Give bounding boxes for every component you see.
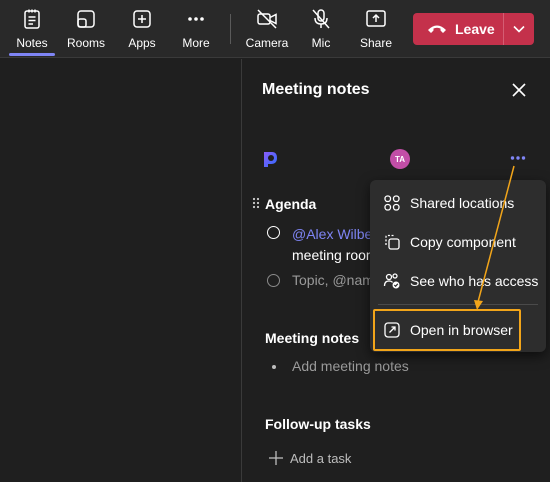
meeting-notes-title: Meeting notes [265, 330, 360, 346]
apps-button[interactable]: Apps [122, 8, 162, 54]
rooms-label: Rooms [66, 36, 105, 50]
mic-button[interactable]: Mic [301, 8, 341, 54]
toolbar-divider [230, 14, 231, 44]
menu-item-label: See who has access [410, 273, 539, 289]
drag-handle-icon[interactable] [252, 197, 260, 209]
camera-button[interactable]: Camera [245, 8, 289, 54]
mic-off-icon [312, 9, 330, 29]
rooms-button[interactable]: Rooms [66, 8, 106, 54]
task-checkbox[interactable] [267, 274, 280, 287]
leave-options-button[interactable] [504, 13, 534, 45]
followup-title: Follow-up tasks [265, 416, 371, 432]
plus-icon[interactable] [268, 450, 284, 466]
bullet-point [272, 365, 276, 369]
hang-up-icon [428, 25, 446, 33]
menu-item-shared-locations[interactable]: Shared locations [370, 185, 546, 221]
notes-label: Notes [16, 36, 48, 50]
people-check-icon [383, 273, 400, 289]
mic-label: Mic [311, 36, 331, 50]
avatar[interactable]: TA [390, 149, 410, 169]
panel-title: Meeting notes [262, 81, 370, 98]
shared-locations-icon [384, 195, 400, 211]
notes-icon [24, 9, 40, 29]
camera-off-icon [257, 9, 277, 29]
camera-label: Camera [245, 36, 289, 50]
share-button[interactable]: Share [356, 8, 396, 54]
menu-item-copy-component[interactable]: Copy component [370, 224, 546, 260]
menu-divider [378, 304, 538, 305]
leave-button-group: Leave [413, 13, 534, 45]
more-label: More [182, 36, 210, 50]
meeting-notes-input[interactable]: Add meeting notes [292, 358, 409, 374]
chevron-down-icon [513, 25, 525, 33]
rooms-icon [77, 10, 95, 28]
copy-component-icon [385, 234, 400, 250]
menu-item-label: Copy component [410, 234, 516, 250]
meeting-toolbar: Notes Rooms Apps More Camera Mic Share L… [0, 0, 550, 58]
task-checkbox[interactable] [267, 226, 280, 239]
active-tab-indicator [9, 53, 55, 56]
more-options-icon[interactable] [510, 155, 526, 161]
mention[interactable]: @Alex Wilbe [292, 226, 372, 242]
apps-icon [133, 10, 151, 28]
add-task-button[interactable]: Add a task [290, 451, 351, 466]
loop-icon [264, 152, 277, 167]
menu-item-label: Shared locations [410, 195, 515, 211]
meeting-stage [0, 59, 241, 482]
apps-label: Apps [128, 36, 156, 50]
notes-button[interactable]: Notes [12, 8, 52, 54]
agenda-title: Agenda [265, 196, 317, 212]
leave-label: Leave [455, 21, 495, 37]
highlight-annotation-box [373, 309, 521, 351]
more-icon [188, 17, 204, 21]
leave-button[interactable]: Leave [413, 13, 503, 45]
menu-item-see-who-has-access[interactable]: See who has access [370, 263, 546, 299]
leave-separator [503, 13, 504, 45]
agenda-item-1-text: meeting room [292, 247, 378, 263]
more-button[interactable]: More [176, 8, 216, 54]
close-icon[interactable] [510, 81, 528, 99]
share-screen-icon [366, 10, 386, 27]
share-label: Share [359, 36, 393, 50]
